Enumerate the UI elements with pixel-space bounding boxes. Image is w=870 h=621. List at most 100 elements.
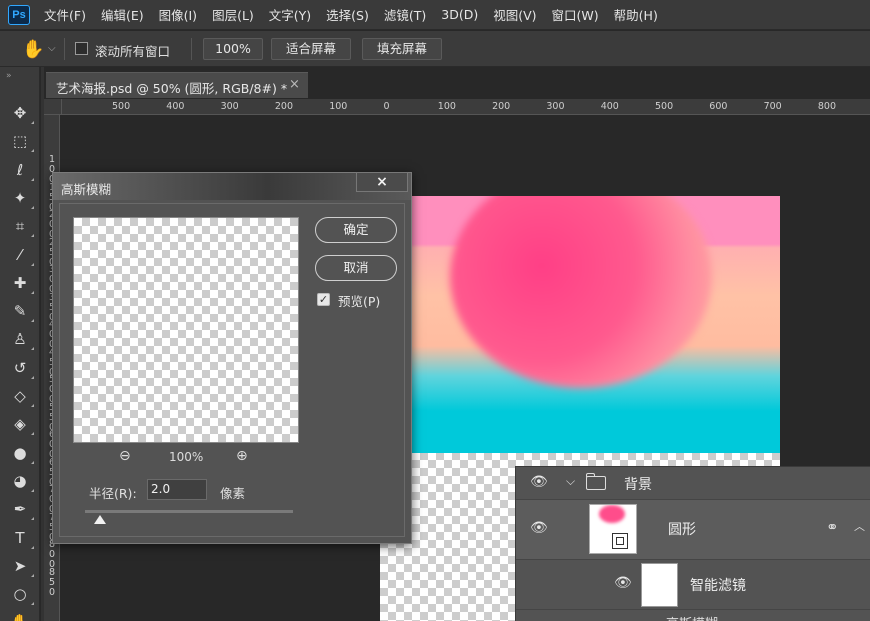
toolbar-collapse-icon[interactable]: »: [6, 71, 11, 81]
scroll-all-windows-label: 滚动所有窗口: [95, 44, 171, 59]
scroll-all-windows-checkbox[interactable]: [75, 42, 88, 55]
poster-artwork: [380, 196, 780, 453]
visibility-eye-icon[interactable]: 👁: [530, 520, 548, 536]
radius-slider-track[interactable]: [85, 510, 293, 513]
menu-type[interactable]: 文字(Y): [269, 5, 311, 24]
menu-layer[interactable]: 图层(L): [212, 5, 254, 24]
menu-image[interactable]: 图像(I): [159, 5, 197, 24]
preview-checkbox[interactable]: ✓: [317, 293, 330, 306]
options-bar: ✋ ⌵ 滚动所有窗口 100% 适合屏幕 填充屏幕: [0, 31, 870, 67]
magic-wand-icon[interactable]: ✦: [10, 188, 34, 209]
filter-preview[interactable]: [73, 217, 299, 443]
visibility-eye-icon[interactable]: 👁: [614, 575, 632, 591]
clone-stamp-icon[interactable]: ♙: [10, 329, 34, 351]
cancel-button[interactable]: 取消: [315, 255, 397, 281]
preview-label: 预览(P): [338, 294, 381, 309]
photoshop-logo: Ps: [8, 4, 30, 25]
chevron-down-icon[interactable]: ⌵: [566, 474, 575, 489]
pen-icon[interactable]: ✒: [10, 499, 34, 521]
divider: [191, 38, 192, 60]
fit-screen-button[interactable]: 适合屏幕: [271, 38, 351, 60]
close-icon[interactable]: ×: [289, 77, 300, 92]
close-icon[interactable]: ×: [356, 172, 408, 192]
preview-zoom-level: 100%: [169, 450, 204, 464]
document-tab[interactable]: 艺术海报.psd @ 50% (圆形, RGB/8#) * ×: [46, 72, 308, 98]
layer-row-smart-filters[interactable]: 👁 智能滤镜: [516, 560, 870, 610]
menu-view[interactable]: 视图(V): [493, 5, 536, 24]
smart-object-icon: [612, 533, 628, 549]
gaussian-blur-dialog: 高斯模糊 × 确定 取消 ✓ 预览(P) ⊖ 100% ⊕ 半径(R): 2.0…: [52, 172, 412, 544]
radius-slider-thumb[interactable]: [93, 515, 106, 524]
divider: [64, 38, 65, 60]
menu-select[interactable]: 选择(S): [326, 5, 369, 24]
tools-panel: » ✥ ⬚ ℓ ✦ ⌗ ⁄ ✚ ✎ ♙ ↺ ◇ ◈ ● ◕ ✒ T ➤ ○ ✋: [0, 67, 40, 621]
ruler-tick-label: 800: [817, 101, 837, 112]
menu-bar: Ps 文件(F) 编辑(E) 图像(I) 图层(L) 文字(Y) 选择(S) 滤…: [0, 0, 870, 30]
menu-filter[interactable]: 滤镜(T): [384, 5, 426, 24]
layer-group-row[interactable]: 👁 ⌵ 背景: [516, 467, 870, 500]
menu-3d[interactable]: 3D(D): [441, 7, 478, 22]
dialog-title: 高斯模糊: [61, 182, 112, 197]
ruler-tick-label: 850: [48, 566, 56, 598]
thumbnail-circle: [599, 505, 625, 523]
radius-label: 半径(R):: [89, 486, 137, 501]
zoom-100-button[interactable]: 100%: [203, 38, 263, 60]
hand-icon[interactable]: ✋: [10, 612, 30, 621]
horizontal-ruler[interactable]: 500 400 300 200 100 0 100 200 300 400 500 600 700 800: [62, 99, 870, 115]
dodge-icon[interactable]: ◕: [10, 471, 34, 492]
paint-bucket-icon[interactable]: ◈: [10, 414, 34, 436]
menu-file[interactable]: 文件(F): [44, 5, 86, 24]
chevron-down-icon[interactable]: ⌵: [48, 43, 56, 54]
healing-brush-icon[interactable]: ✚: [10, 273, 34, 294]
marquee-icon[interactable]: ⬚: [10, 131, 34, 153]
visibility-eye-icon[interactable]: 👁: [530, 474, 548, 490]
fill-screen-button[interactable]: 填充屏幕: [362, 38, 442, 60]
layer-thumbnail: [589, 504, 637, 554]
folder-icon: [586, 476, 606, 490]
ruler-tick-label: 500: [112, 101, 131, 112]
dialog-titlebar[interactable]: 高斯模糊 ×: [53, 172, 411, 200]
eraser-icon[interactable]: ◇: [10, 386, 34, 407]
crop-icon[interactable]: ⌗: [10, 216, 34, 238]
smart-filter-link-icon[interactable]: ⚭: [826, 518, 839, 536]
ellipse-icon[interactable]: ○: [10, 584, 34, 606]
chevron-up-icon[interactable]: ︿: [854, 518, 865, 534]
layers-panel: 👁 ⌵ 背景 👁 圆形 ⚭ ︿ 👁 智能滤镜 高斯模糊: [515, 466, 870, 621]
ruler-tick-label: 100: [437, 101, 456, 112]
radius-input[interactable]: 2.0: [147, 479, 207, 500]
ruler-tick-label: 400: [600, 101, 619, 112]
radius-unit-label: 像素: [220, 486, 246, 501]
ruler-tick-label: 700: [763, 101, 782, 112]
layer-row-filter[interactable]: 高斯模糊: [516, 610, 870, 621]
menu-edit[interactable]: 编辑(E): [101, 5, 144, 24]
ruler-tick-label: 800: [48, 539, 56, 570]
ruler-origin[interactable]: [44, 99, 62, 115]
document-title: 艺术海报.psd @ 50% (圆形, RGB/8#) *: [56, 81, 288, 96]
ruler-tick-label: 300: [220, 101, 239, 112]
ok-button[interactable]: 确定: [315, 217, 397, 243]
path-selection-icon[interactable]: ➤: [10, 556, 34, 577]
layer-row-circle[interactable]: 👁 圆形 ⚭ ︿: [516, 500, 870, 560]
ruler-tick-label: 0: [383, 101, 390, 112]
hand-icon[interactable]: ✋: [22, 39, 44, 60]
blurred-circle: [450, 196, 712, 388]
brush-icon[interactable]: ✎: [10, 301, 34, 323]
blur-icon[interactable]: ●: [10, 443, 34, 464]
filter-mask-thumbnail[interactable]: [641, 563, 678, 607]
ruler-tick-label: 200: [274, 101, 294, 112]
history-brush-icon[interactable]: ↺: [10, 358, 34, 379]
zoom-in-icon[interactable]: ⊕: [236, 448, 248, 464]
smart-filters-label: 智能滤镜: [690, 578, 746, 594]
type-icon[interactable]: T: [10, 528, 34, 549]
menu-window[interactable]: 窗口(W): [552, 5, 599, 24]
ruler-tick-label: 400: [166, 101, 185, 112]
filter-name: 高斯模糊: [666, 613, 718, 621]
ruler-tick-label: 200: [492, 101, 511, 112]
zoom-out-icon[interactable]: ⊖: [119, 448, 131, 464]
ruler-tick-label: 300: [546, 101, 565, 112]
lasso-icon[interactable]: ℓ: [10, 160, 34, 181]
move-icon[interactable]: ✥: [10, 103, 34, 124]
menu-help[interactable]: 帮助(H): [614, 5, 658, 24]
eyedropper-icon[interactable]: ⁄: [10, 245, 34, 266]
layer-name: 圆形: [668, 522, 696, 538]
